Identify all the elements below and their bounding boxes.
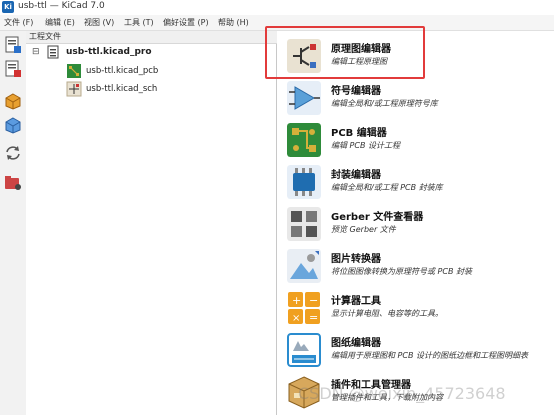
svg-text:×: × [292, 313, 300, 324]
footprint-editor-title: 封装编辑器 [331, 170, 381, 181]
svg-text:+: + [292, 294, 301, 307]
svg-text:=: = [309, 311, 318, 324]
window-title: usb-ttl — KiCad 7.0 [18, 1, 105, 11]
gerber-viewer-desc: 预览 Gerber 文件 [331, 225, 396, 234]
calculator-icon: + − × = [288, 292, 320, 324]
unarchive-icon [5, 117, 21, 134]
tool-drawing-sheet-editor[interactable]: 图纸编辑器 编辑用于原理图和 PCB 设计的图纸边框和工程图明细表 [277, 329, 554, 369]
highlight-annotation [265, 26, 425, 79]
tool-symbol-editor[interactable]: 符号编辑器 编辑全局和/或工程原理符号库 [277, 77, 554, 117]
menu-edit[interactable]: 编辑 (E) [45, 17, 75, 28]
tool-gerber-viewer[interactable]: Gerber 文件查看器 预览 Gerber 文件 [277, 203, 554, 243]
open-file-browser-button[interactable] [3, 173, 23, 193]
calculator-title: 计算器工具 [331, 296, 381, 307]
symbol-editor-icon [287, 81, 321, 115]
schematic-file-icon [66, 81, 82, 97]
project-files-header: 工程文件 [26, 31, 279, 44]
launcher-panel: 原理图编辑器 编辑工程原理图 符号编辑器 编辑全局和/或工程原理符号库 PCB … [277, 31, 554, 415]
project-name: usb-ttl.kicad_pro [66, 47, 152, 57]
new-project-button[interactable] [3, 35, 23, 55]
pcb-editor-title: PCB 编辑器 [331, 128, 387, 139]
menu-preferences[interactable]: 偏好设置 (P) [163, 17, 209, 28]
watermark: CSDN @weixin_45723648 [298, 384, 506, 403]
calculator-desc: 显示计算电阻、电容等的工具。 [331, 309, 443, 318]
folder-icon [5, 176, 21, 190]
archive-icon [5, 93, 21, 110]
new-project-icon [5, 36, 21, 53]
svg-text:−: − [309, 294, 318, 307]
symbol-editor-title: 符号编辑器 [331, 86, 381, 97]
drawing-sheet-editor-desc: 编辑用于原理图和 PCB 设计的图纸边框和工程图明细表 [331, 351, 528, 360]
drawing-sheet-editor-title: 图纸编辑器 [331, 338, 381, 349]
menu-help[interactable]: 帮助 (H) [218, 17, 249, 28]
pcb-file-name: usb-ttl.kicad_pcb [86, 66, 159, 76]
tool-pcb-editor[interactable]: PCB 编辑器 编辑 PCB 设计工程 [277, 119, 554, 159]
project-tree-panel: 工程文件 ⊟ usb-ttl.kicad_pro usb-ttl.kicad_p… [26, 31, 279, 415]
footprint-editor-icon [287, 165, 321, 199]
schematic-file-name: usb-ttl.kicad_sch [86, 84, 158, 94]
image-converter-title: 图片转换器 [331, 254, 381, 265]
pcb-editor-desc: 编辑 PCB 设计工程 [331, 141, 400, 150]
gerber-viewer-icon [287, 207, 321, 241]
menu-view[interactable]: 视图 (V) [84, 17, 114, 28]
refresh-icon [6, 146, 20, 160]
left-toolbar [0, 31, 27, 415]
open-project-button[interactable] [3, 59, 23, 79]
image-converter-icon [287, 249, 321, 283]
tool-image-converter[interactable]: 图片转换器 将位图图像转换为原理符号或 PCB 封装 [277, 245, 554, 285]
menu-tools[interactable]: 工具 (T) [124, 17, 154, 28]
kicad-logo-icon: Ki [2, 1, 14, 13]
archive-project-button[interactable] [3, 91, 23, 111]
tool-calculator[interactable]: + − × = 计算器工具 显示计算电阻、电容等的工具。 [277, 287, 554, 327]
drawing-sheet-editor-icon [287, 333, 321, 367]
refresh-button[interactable] [3, 143, 23, 163]
pcb-file-icon [67, 64, 81, 78]
collapse-toggle-icon[interactable]: ⊟ [32, 47, 40, 57]
footprint-editor-desc: 编辑全局和/或工程 PCB 封装库 [331, 183, 443, 192]
pcb-editor-icon [287, 123, 321, 157]
tool-footprint-editor[interactable]: 封装编辑器 编辑全局和/或工程 PCB 封装库 [277, 161, 554, 201]
symbol-editor-desc: 编辑全局和/或工程原理符号库 [331, 99, 438, 108]
project-file-icon [47, 45, 59, 59]
title-bar: Ki usb-ttl — KiCad 7.0 [0, 0, 554, 15]
open-project-icon [5, 60, 21, 77]
menu-file[interactable]: 文件 (F) [4, 17, 33, 28]
gerber-viewer-title: Gerber 文件查看器 [331, 212, 424, 223]
unarchive-project-button[interactable] [3, 115, 23, 135]
image-converter-desc: 将位图图像转换为原理符号或 PCB 封装 [331, 267, 472, 276]
